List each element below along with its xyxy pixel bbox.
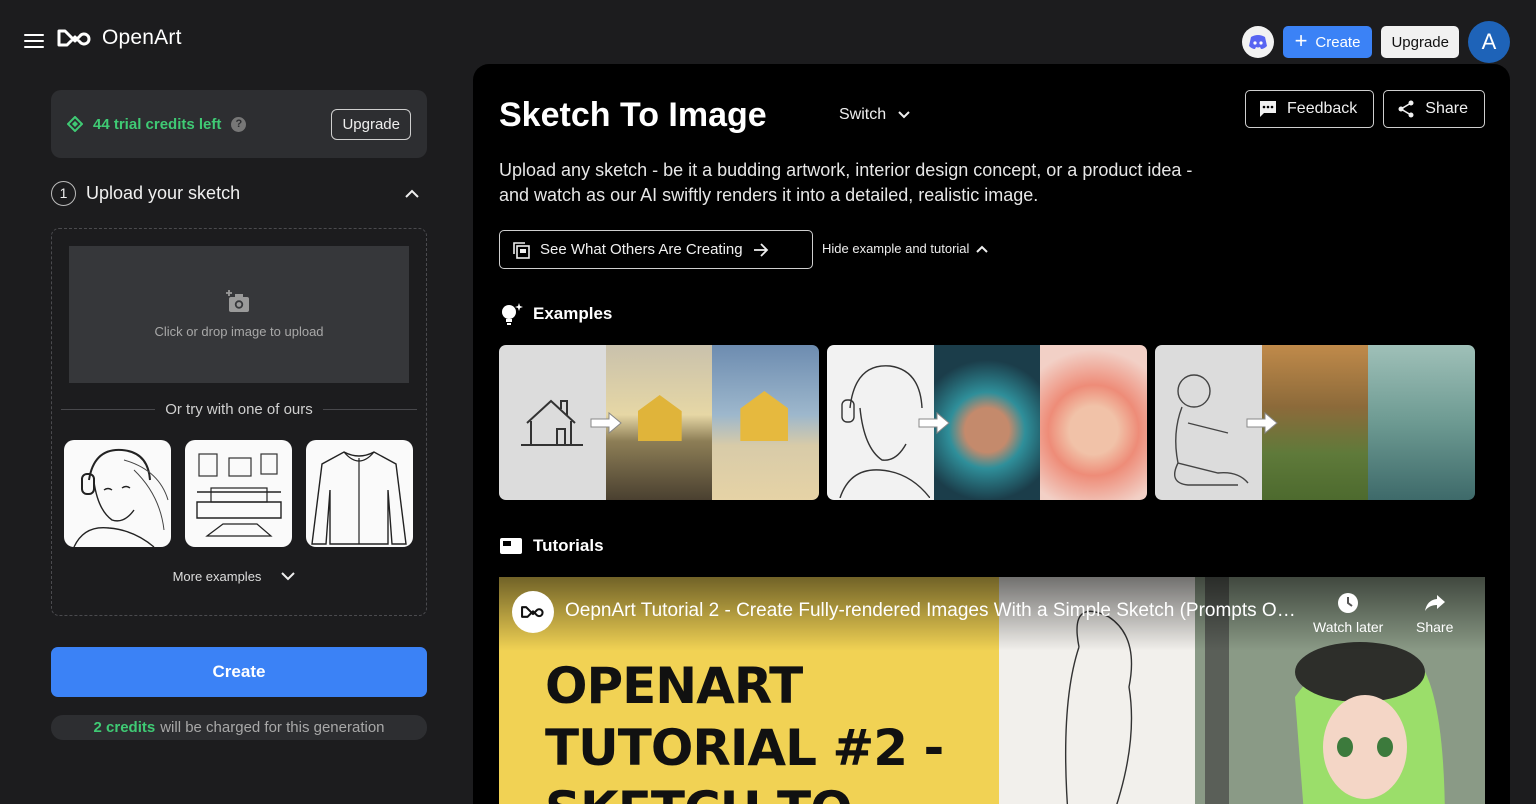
- feedback-button[interactable]: Feedback: [1245, 90, 1375, 128]
- hamburger-menu-icon[interactable]: [20, 30, 48, 54]
- upload-step-header[interactable]: 1 Upload your sketch: [51, 180, 427, 206]
- app-name: OpenArt: [102, 26, 182, 49]
- create-button-top[interactable]: + Create: [1282, 26, 1373, 58]
- copy-stack-icon: [513, 241, 530, 259]
- chevron-down-icon: [281, 572, 296, 581]
- page-description: Upload any sketch - be it a budding artw…: [499, 160, 1193, 205]
- arrow-right-icon: [1246, 411, 1278, 435]
- tutorial-video[interactable]: OepnArt Tutorial 2 - Create Fully-render…: [499, 577, 1485, 804]
- step-title: Upload your sketch: [86, 182, 241, 203]
- switch-label: Switch: [839, 106, 887, 123]
- charge-text: will be charged for this generation: [160, 719, 385, 736]
- lightbulb-icon: [502, 303, 523, 325]
- page-title: Sketch To Image: [499, 96, 767, 134]
- video-title[interactable]: OepnArt Tutorial 2 - Create Fully-render…: [565, 600, 1305, 622]
- or-divider: Or try with one of ours: [61, 401, 417, 418]
- thumb-line-1: OPENART: [545, 657, 803, 715]
- sample-sketch-anime-girl[interactable]: [64, 440, 171, 547]
- drop-text: Click or drop image to upload: [154, 324, 324, 339]
- credits-card: 44 trial credits left ? Upgrade: [51, 90, 427, 158]
- more-examples-label: More examples: [172, 569, 262, 584]
- tutorials-title: Tutorials: [533, 536, 604, 555]
- main-panel: Sketch To Image Switch Feedback Share Up…: [473, 64, 1510, 804]
- logo[interactable]: OpenArt: [56, 26, 182, 50]
- watch-later-label: Watch later: [1313, 619, 1384, 635]
- chevron-up-icon: [976, 245, 989, 253]
- or-text: Or try with one of ours: [165, 401, 313, 418]
- share-arrow-icon: [1424, 595, 1445, 611]
- example-boy-reading[interactable]: [1155, 345, 1475, 500]
- video-icon: [500, 538, 522, 554]
- video-thumbnail-text: OPENART TUTORIAL #2 - SKETCH TO: [545, 655, 944, 804]
- help-icon[interactable]: ?: [231, 116, 247, 132]
- clock-icon: [1338, 593, 1359, 613]
- example-house[interactable]: [499, 345, 819, 500]
- diamond-icon: [67, 116, 83, 132]
- more-examples-toggle[interactable]: More examples: [52, 569, 426, 584]
- sample-sketch-living-room[interactable]: [185, 440, 292, 547]
- examples-heading: Examples: [499, 302, 612, 326]
- left-panel: 44 trial credits left ? Upgrade 1 Upload…: [51, 90, 427, 740]
- create-button[interactable]: Create: [51, 647, 427, 697]
- arrow-right-icon: [753, 242, 768, 257]
- video-share-label: Share: [1416, 619, 1454, 635]
- share-label: Share: [1425, 100, 1468, 117]
- avatar[interactable]: A: [1468, 21, 1510, 63]
- charge-credits: 2 credits: [93, 719, 156, 736]
- share-icon: [1398, 100, 1414, 118]
- arrow-right-icon: [918, 411, 950, 435]
- create-label: Create: [1315, 33, 1361, 51]
- watch-later-button[interactable]: Watch later: [1313, 591, 1383, 635]
- example-anime-girl[interactable]: [827, 345, 1147, 500]
- thumb-line-3: SKETCH TO: [545, 779, 943, 804]
- tutorials-heading: Tutorials: [499, 536, 604, 556]
- video-share-button[interactable]: Share: [1416, 591, 1453, 635]
- arrow-right-icon: [590, 411, 622, 435]
- channel-logo-icon[interactable]: [512, 591, 554, 633]
- credits-upgrade-button[interactable]: Upgrade: [331, 108, 411, 140]
- chevron-down-icon: [898, 111, 910, 119]
- hide-link-label: Hide example and tutorial: [822, 241, 970, 256]
- plus-icon: +: [1294, 28, 1308, 53]
- see-others-label: See What Others Are Creating: [540, 241, 743, 258]
- thumb-line-2: TUTORIAL #2 -: [545, 719, 944, 777]
- discord-icon[interactable]: [1241, 26, 1274, 58]
- upload-box: Click or drop image to upload Or try wit…: [51, 228, 427, 616]
- sample-sketch-jacket[interactable]: [306, 440, 413, 547]
- hide-tutorial-link[interactable]: Hide example and tutorial: [822, 241, 989, 256]
- examples-title: Examples: [533, 304, 613, 323]
- step-number: 1: [51, 180, 76, 206]
- share-button[interactable]: Share: [1383, 90, 1485, 128]
- switch-dropdown[interactable]: Switch: [839, 106, 910, 124]
- drop-zone[interactable]: Click or drop image to upload: [69, 246, 409, 383]
- upgrade-button-top[interactable]: Upgrade: [1381, 26, 1459, 58]
- openart-logo-icon: [57, 29, 91, 47]
- see-others-button[interactable]: See What Others Are Creating: [499, 230, 813, 269]
- charge-note: 2 credits will be charged for this gener…: [51, 715, 427, 740]
- chevron-up-icon[interactable]: [405, 189, 419, 198]
- add-photo-icon: [226, 290, 249, 312]
- feedback-label: Feedback: [1287, 100, 1358, 117]
- feedback-icon: [1260, 101, 1277, 117]
- credits-text: 44 trial credits left: [93, 115, 222, 133]
